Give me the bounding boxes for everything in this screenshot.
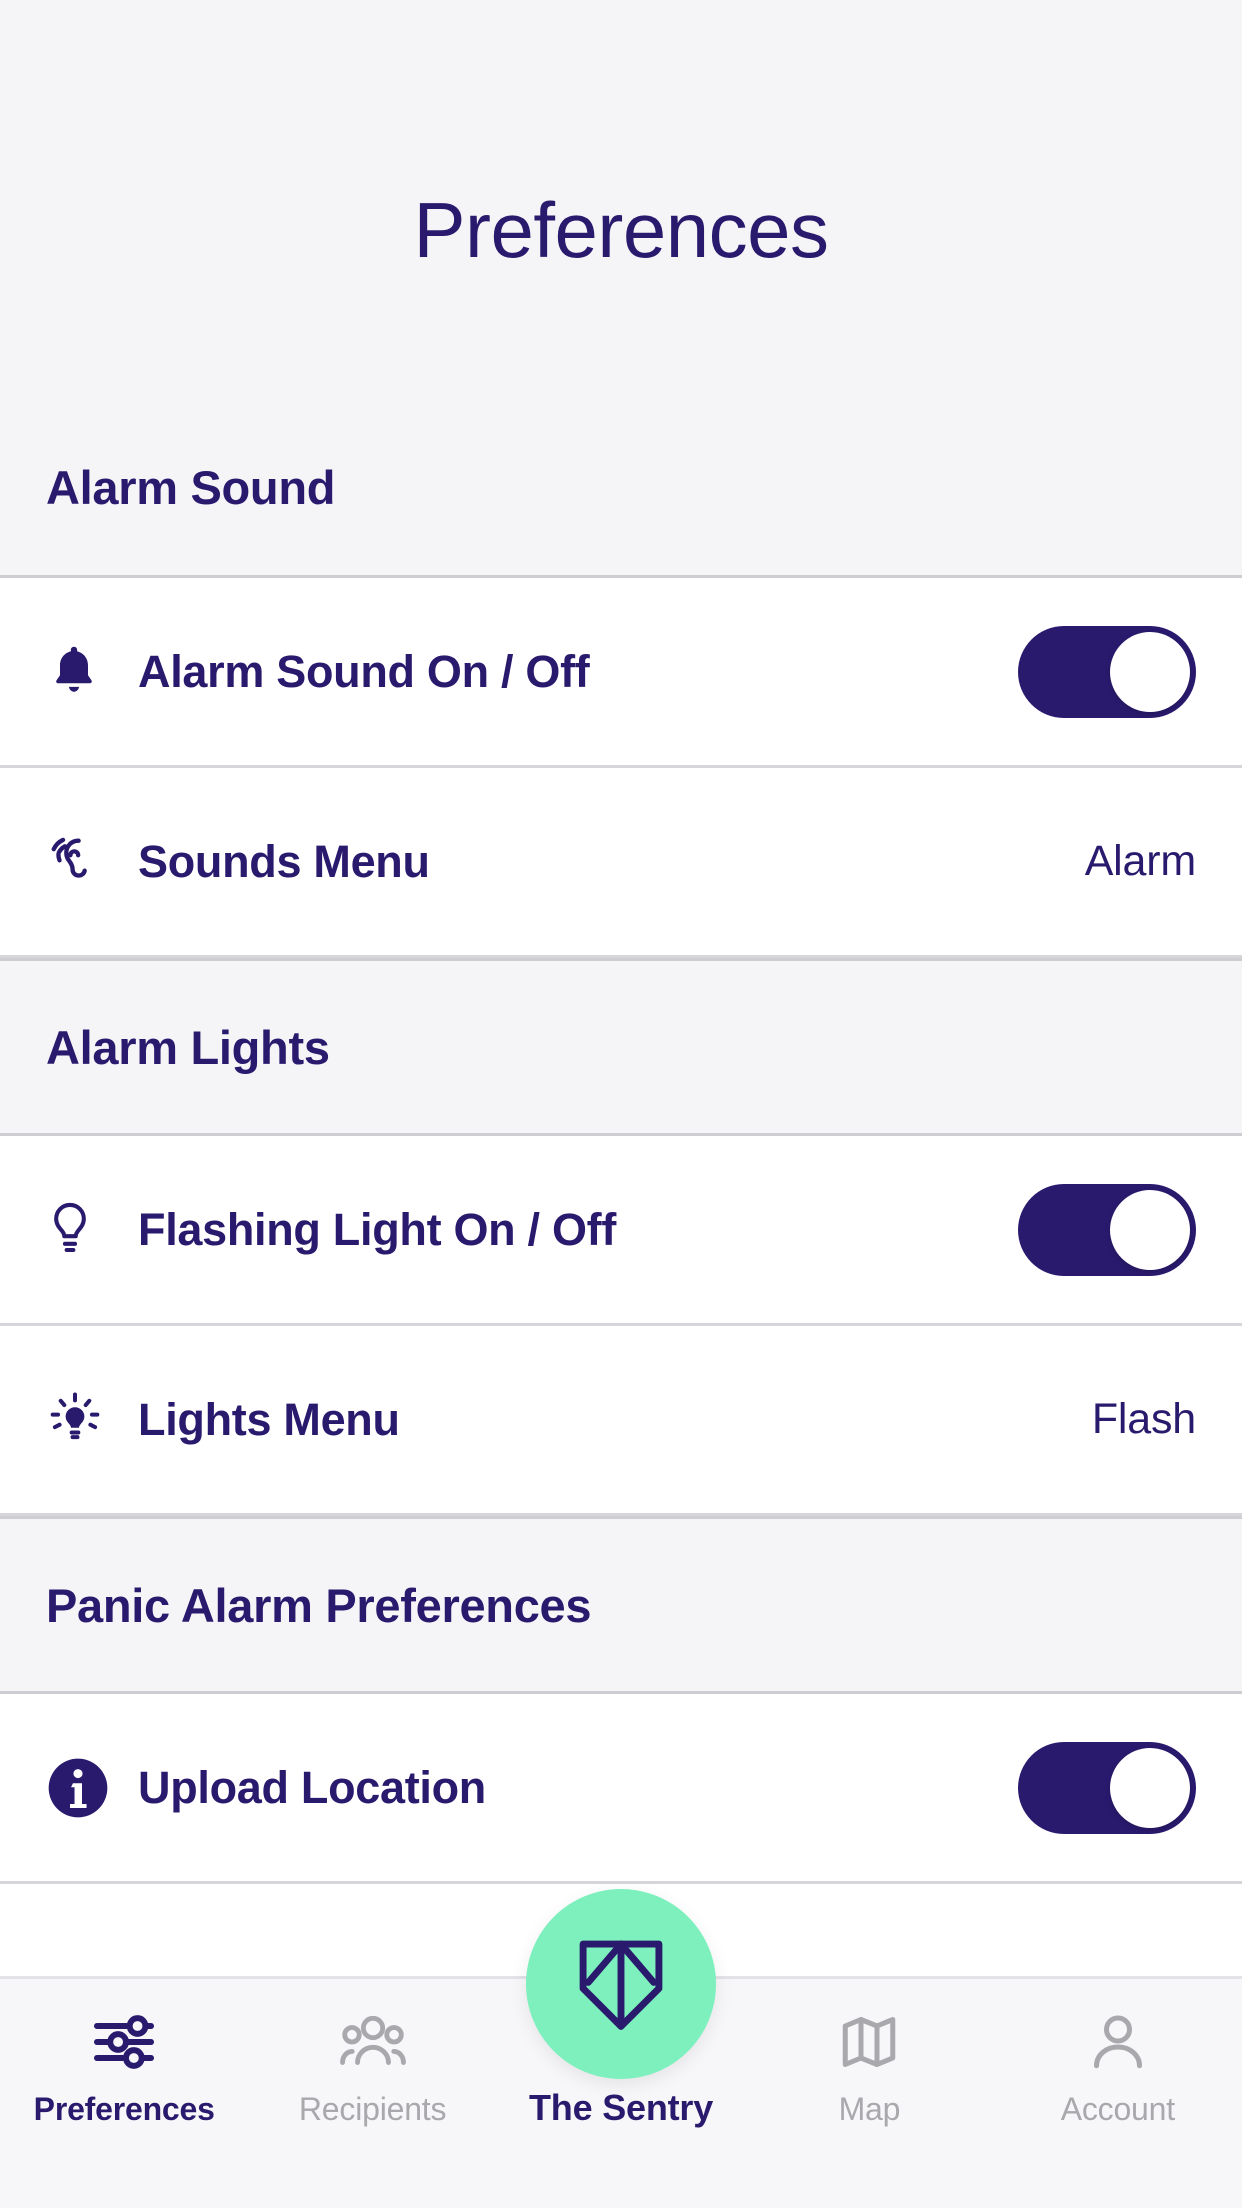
- section-title: Alarm Lights: [46, 1020, 330, 1074]
- section-header-alarm-lights: Alarm Lights: [0, 958, 1242, 1136]
- section-header-alarm-sound: Alarm Sound: [0, 400, 1242, 578]
- tab-preferences[interactable]: Preferences: [0, 2005, 248, 2128]
- toggle-knob: [1110, 1747, 1190, 1828]
- row-flashing-light-toggle[interactable]: Flashing Light On / Off: [0, 1136, 1242, 1326]
- row-lights-menu[interactable]: Lights Menu Flash: [0, 1326, 1242, 1516]
- row-label: Flashing Light On / Off: [138, 1203, 617, 1255]
- tab-label: The Sentry: [528, 2087, 714, 2128]
- tab-label: Account: [1060, 2091, 1175, 2127]
- preferences-list: Alarm Sound Alarm Sound On / Off Sounds …: [0, 400, 1242, 1976]
- tab-recipients[interactable]: Recipients: [248, 2005, 496, 2128]
- page-header: Preferences: [0, 0, 1242, 400]
- section-header-panic-alarm: Panic Alarm Preferences: [0, 1516, 1242, 1694]
- lightbulb-shining-icon: [46, 1385, 116, 1455]
- ear-hearing-icon: [46, 827, 116, 897]
- toggle-knob: [1110, 631, 1190, 712]
- row-alarm-sound-toggle[interactable]: Alarm Sound On / Off: [0, 578, 1242, 768]
- toggle-knob: [1110, 1189, 1190, 1270]
- tab-label: Map: [838, 2091, 901, 2127]
- sliders-icon: [92, 2005, 156, 2079]
- upload-location-toggle[interactable]: [1018, 1741, 1196, 1834]
- bottom-tab-bar: Preferences Recipients The Sentry Map Ac…: [0, 1889, 1242, 2208]
- info-circle-icon: [46, 1753, 116, 1823]
- section-title: Panic Alarm Preferences: [46, 1578, 592, 1632]
- people-group-icon: [339, 2005, 407, 2079]
- app-screen: Preferences Alarm Sound Alarm Sound On /…: [0, 0, 1242, 2208]
- tab-label: Recipients: [298, 2091, 447, 2127]
- shield-logo-icon: [568, 1926, 674, 2043]
- section-title: Alarm Sound: [46, 461, 336, 514]
- row-label: Alarm Sound On / Off: [138, 645, 590, 697]
- bell-icon: [46, 637, 116, 707]
- tab-label: Preferences: [33, 2091, 215, 2127]
- row-upload-location-toggle[interactable]: Upload Location: [0, 1694, 1242, 1884]
- page-title: Preferences: [413, 186, 829, 274]
- tab-map[interactable]: Map: [745, 2005, 993, 2128]
- person-icon: [1089, 2005, 1147, 2079]
- lightbulb-icon: [46, 1195, 116, 1265]
- sounds-menu-value: Alarm: [1084, 837, 1196, 885]
- map-folded-icon: [838, 2005, 900, 2079]
- flashing-light-toggle[interactable]: [1018, 1183, 1196, 1276]
- row-label: Upload Location: [138, 1761, 486, 1813]
- row-sounds-menu[interactable]: Sounds Menu Alarm: [0, 768, 1242, 958]
- alarm-sound-toggle[interactable]: [1018, 625, 1196, 718]
- row-label: Sounds Menu: [138, 835, 430, 887]
- lights-menu-value: Flash: [1091, 1395, 1196, 1443]
- sentry-fab-button[interactable]: [526, 1889, 717, 2079]
- tab-account[interactable]: Account: [994, 2005, 1242, 2128]
- row-label: Lights Menu: [138, 1393, 400, 1445]
